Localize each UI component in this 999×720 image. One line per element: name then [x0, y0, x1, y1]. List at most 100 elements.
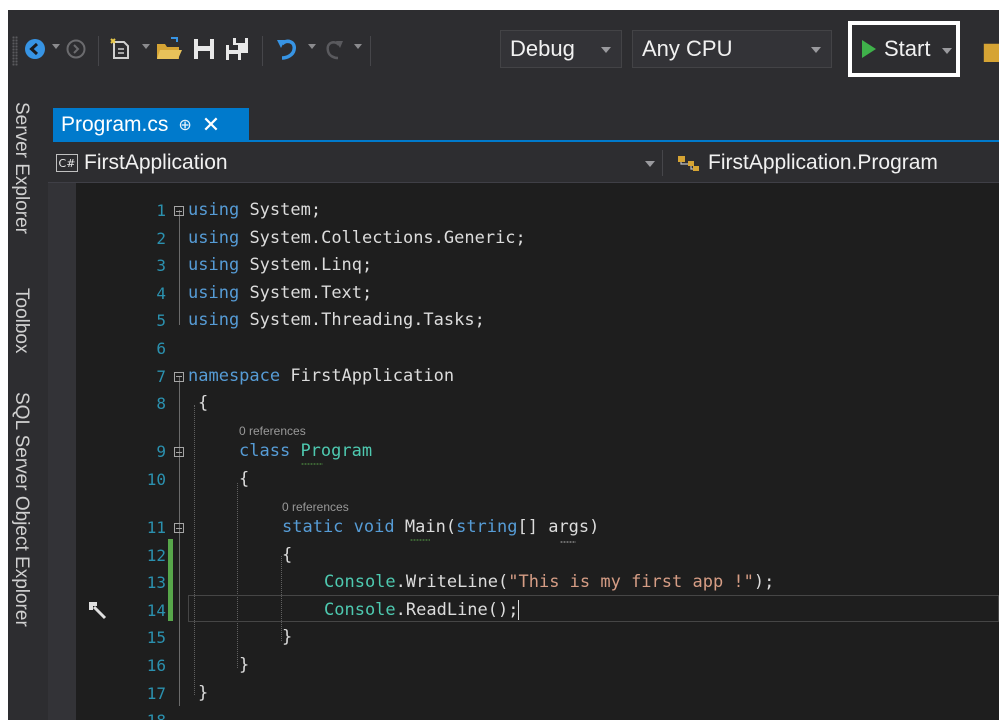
using-keyword: using: [188, 255, 240, 276]
line-number: 18: [118, 707, 166, 720]
pin-icon[interactable]: ⊕: [178, 115, 191, 135]
tab-program-cs[interactable]: Program.cs ⊕ ✕: [53, 108, 249, 142]
class-name: Program: [300, 441, 373, 461]
collapse-icon[interactable]: [174, 447, 184, 457]
line-number: 2: [156, 228, 166, 248]
code-text: System.Collections.Generic;: [249, 227, 526, 248]
code-text: .WriteLine(: [395, 572, 509, 593]
project-dropdown[interactable]: C# FirstApplication: [56, 148, 654, 178]
code-text: System.Text;: [249, 282, 373, 303]
code-text: }: [239, 655, 250, 675]
tab-title: Program.cs: [61, 113, 169, 136]
close-icon[interactable]: ✕: [202, 112, 220, 138]
class-icon: [678, 156, 699, 171]
line-number: 17: [146, 683, 166, 703]
collapse-icon[interactable]: [174, 206, 184, 216]
line-number: 8: [156, 394, 166, 414]
code-line: 14 Console.ReadLine();: [48, 597, 999, 625]
redo-dropdown-icon[interactable]: [354, 44, 362, 49]
code-line: 16 }: [48, 652, 999, 680]
server-explorer-tab[interactable]: Server Explorer: [10, 102, 32, 234]
solution-configuration-combo[interactable]: Debug: [500, 30, 622, 68]
code-line: 11 static void Main(string[] args): [48, 514, 999, 542]
static-keyword: static: [282, 517, 344, 537]
line-number: 15: [146, 628, 166, 648]
back-icon[interactable]: [22, 32, 48, 66]
toolbox-tab[interactable]: Toolbox: [10, 288, 32, 354]
code-line: 5 using System.Threading.Tasks;: [48, 307, 999, 335]
code-line: 7 namespace FirstApplication: [48, 363, 999, 391]
code-line: 15 }: [48, 624, 999, 652]
redo-icon[interactable]: [320, 32, 348, 66]
save-icon[interactable]: [190, 32, 218, 66]
type-dropdown[interactable]: FirstApplication.Program: [676, 148, 938, 178]
toolbar-separator: [98, 36, 99, 66]
code-text: }: [282, 627, 293, 648]
collapse-icon[interactable]: [174, 371, 184, 382]
code-text: System.Linq;: [249, 255, 373, 276]
line-number: 5: [156, 311, 166, 331]
code-text: .ReadLine();: [395, 599, 519, 620]
start-button[interactable]: Start: [856, 32, 956, 66]
code-line: 3 using System.Linq;: [48, 252, 999, 280]
csharp-file-icon: C#: [56, 154, 78, 172]
undo-dropdown-icon[interactable]: [308, 44, 316, 49]
line-number: 16: [146, 656, 166, 675]
void-keyword: void: [353, 517, 395, 537]
start-dropdown-icon[interactable]: [942, 48, 952, 54]
line-number: 4: [156, 283, 166, 303]
chevron-down-icon: [811, 47, 821, 53]
code-line: 10 {: [48, 466, 999, 494]
class-keyword: class: [239, 441, 291, 461]
code-line: 12 {: [48, 542, 999, 570]
line-number: 1: [156, 201, 166, 220]
back-dropdown-icon[interactable]: [52, 44, 60, 49]
sql-server-object-explorer-tab[interactable]: SQL Server Object Explorer: [10, 392, 32, 627]
start-icon: [862, 40, 876, 58]
code-text: }: [198, 682, 209, 703]
class-path: FirstApplication.Program: [708, 151, 938, 174]
console-class: Console: [324, 572, 396, 593]
using-keyword: using: [188, 200, 240, 220]
codelens-references[interactable]: 0 references: [239, 424, 306, 438]
string-keyword: string: [456, 517, 518, 537]
find-in-files-icon[interactable]: [983, 43, 999, 62]
line-number: 10: [146, 469, 166, 489]
chevron-down-icon[interactable]: [645, 161, 655, 167]
line-number: 13: [146, 573, 166, 593]
code-text: (: [445, 517, 457, 537]
code-text: {: [198, 393, 209, 414]
line-number: 9: [156, 442, 166, 461]
line-number: 7: [156, 366, 166, 386]
code-text: [] args): [517, 517, 600, 537]
start-label: Start: [884, 36, 931, 61]
new-project-icon[interactable]: [106, 32, 136, 66]
code-text: {: [239, 468, 250, 489]
solution-platform-value: Any CPU: [642, 36, 733, 61]
collapse-icon[interactable]: [174, 523, 184, 533]
side-tool-tabs: Server Explorer Toolbox SQL Server Objec…: [8, 88, 48, 720]
navigation-bar: C# FirstApplication FirstApplication.Pro…: [48, 144, 999, 183]
code-text: System;: [249, 200, 322, 220]
code-text: );: [753, 572, 775, 593]
codelens-references[interactable]: 0 references: [282, 500, 349, 514]
string-literal: "This is my first app !": [508, 572, 754, 593]
open-file-icon[interactable]: [154, 32, 184, 66]
forward-icon[interactable]: [64, 32, 88, 66]
line-number: 12: [146, 545, 166, 565]
undo-icon[interactable]: [272, 32, 302, 66]
save-all-icon[interactable]: [222, 32, 252, 66]
toolbar: Debug Any CPU Start: [8, 10, 999, 88]
code-editor[interactable]: 1 using System; 2 using System.Collectio…: [48, 183, 999, 720]
method-name: Main: [404, 517, 446, 537]
toolbar-grip[interactable]: [12, 36, 18, 66]
line-number: 11: [146, 518, 166, 537]
navbar-divider: [662, 150, 663, 176]
code-line: 4 using System.Text;: [48, 280, 999, 308]
solution-platform-combo[interactable]: Any CPU: [632, 30, 832, 68]
code-line: 1 using System;: [48, 197, 999, 225]
project-name: FirstApplication: [84, 151, 228, 174]
new-project-dropdown-icon[interactable]: [142, 44, 150, 49]
code-line: 2 using System.Collections.Generic;: [48, 225, 999, 253]
using-keyword: using: [188, 282, 240, 303]
